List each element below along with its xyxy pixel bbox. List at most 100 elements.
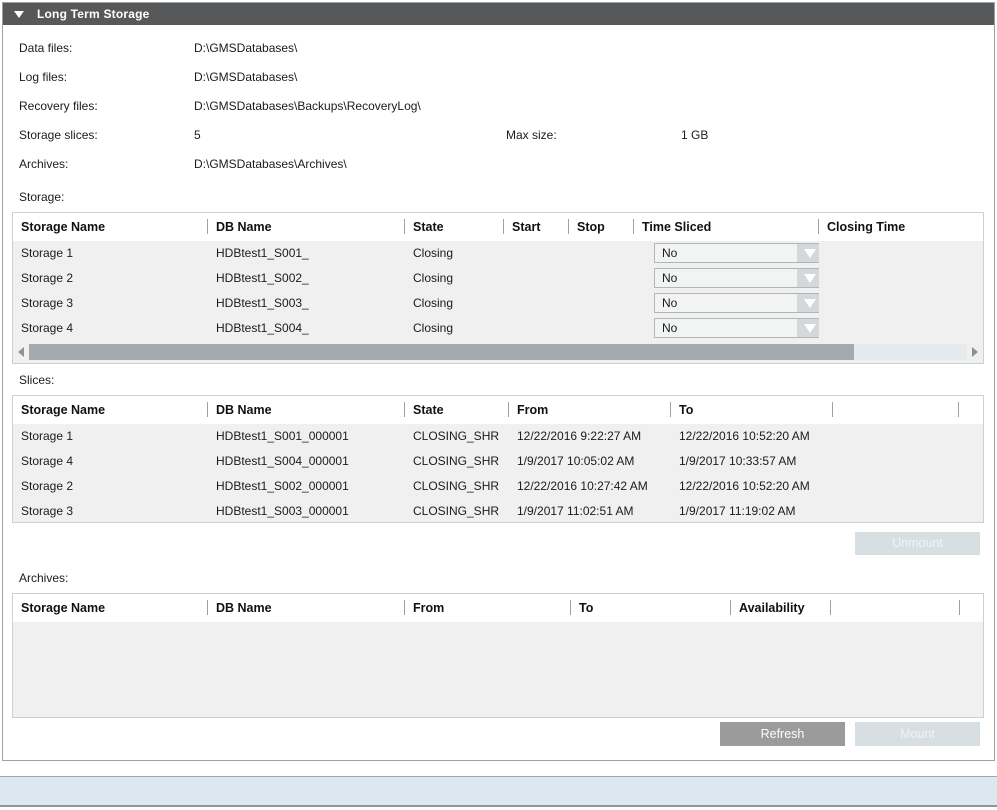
log-files-label: Log files: — [19, 68, 67, 86]
archives-table: Storage Name DB Name From To Availabilit… — [12, 593, 984, 718]
table-row[interactable]: Storage 2HDBtest1_S002_000001CLOSING_SHR… — [13, 474, 983, 499]
column-header[interactable]: Start — [504, 213, 569, 241]
table-cell: HDBtest1_S003_ — [208, 291, 405, 316]
column-header[interactable]: Time Sliced — [634, 213, 819, 241]
time-sliced-dropdown[interactable]: No — [654, 293, 819, 313]
table-cell — [504, 266, 569, 291]
scrollbar-track[interactable] — [29, 344, 967, 360]
time-sliced-dropdown[interactable]: No — [654, 268, 819, 288]
dropdown-selected-value: No — [655, 244, 797, 262]
unmount-button[interactable]: Unmount — [855, 532, 980, 555]
scroll-left-icon[interactable] — [18, 347, 24, 357]
chevron-down-icon — [804, 249, 816, 258]
section-title: Long Term Storage — [37, 7, 150, 21]
table-cell — [569, 316, 634, 341]
table-cell: Closing — [405, 316, 504, 341]
table-row[interactable]: Storage 1HDBtest1_S001_000001CLOSING_SHR… — [13, 424, 983, 449]
scroll-right-icon[interactable] — [972, 347, 978, 357]
max-size-value: 1 GB — [681, 126, 708, 144]
time-sliced-cell: No — [634, 291, 819, 316]
table-row[interactable]: Storage 3HDBtest1_S003_000001CLOSING_SHR… — [13, 499, 983, 524]
column-header[interactable]: Closing Time — [819, 213, 983, 241]
chevron-down-icon[interactable] — [797, 244, 819, 262]
table-cell: HDBtest1_S004_000001 — [208, 449, 405, 474]
field-row-recovery-files: Recovery files: D:\GMSDatabases\Backups\… — [3, 97, 994, 115]
chevron-down-icon — [804, 274, 816, 283]
column-header[interactable]: DB Name — [208, 396, 405, 424]
table-cell-empty — [833, 474, 959, 499]
bottom-status-bar — [0, 776, 997, 807]
column-header[interactable]: To — [571, 594, 731, 622]
dropdown-selected-value: No — [655, 269, 797, 287]
max-size-label: Max size: — [506, 126, 557, 144]
table-cell: Closing — [405, 266, 504, 291]
chevron-down-icon[interactable] — [797, 319, 819, 337]
table-cell: 12/22/2016 10:52:20 AM — [671, 424, 833, 449]
column-header[interactable]: Storage Name — [13, 396, 208, 424]
table-row[interactable]: Storage 4HDBtest1_S004_000001CLOSING_SHR… — [13, 449, 983, 474]
table-cell: CLOSING_SHR — [405, 449, 509, 474]
storage-slices-value: 5 — [194, 126, 201, 144]
column-header-empty — [833, 396, 959, 424]
column-header[interactable]: From — [509, 396, 671, 424]
column-header-empty — [959, 396, 983, 424]
slices-table: Storage Name DB Name State From To Stora… — [12, 395, 984, 523]
table-cell: 12/22/2016 10:52:20 AM — [671, 474, 833, 499]
table-cell — [819, 316, 983, 341]
table-cell: 1/9/2017 10:05:02 AM — [509, 449, 671, 474]
column-header[interactable]: Stop — [569, 213, 634, 241]
dropdown-selected-value: No — [655, 294, 797, 312]
refresh-button[interactable]: Refresh — [720, 722, 845, 746]
time-sliced-cell: No — [634, 266, 819, 291]
field-row-log-files: Log files: D:\GMSDatabases\ — [3, 68, 994, 86]
scrollbar-thumb[interactable] — [29, 344, 854, 360]
table-cell: HDBtest1_S004_ — [208, 316, 405, 341]
horizontal-scrollbar[interactable] — [18, 344, 978, 360]
table-cell: Closing — [405, 241, 504, 266]
mount-button[interactable]: Mount — [855, 722, 980, 746]
time-sliced-dropdown[interactable]: No — [654, 243, 819, 263]
column-header-empty — [831, 594, 960, 622]
column-header[interactable]: DB Name — [208, 594, 405, 622]
chevron-down-icon[interactable] — [797, 269, 819, 287]
chevron-down-icon[interactable] — [797, 294, 819, 312]
table-row[interactable]: Storage 2HDBtest1_S002_ClosingNo — [13, 266, 983, 291]
collapse-icon[interactable] — [14, 11, 24, 18]
table-row[interactable]: Storage 3HDBtest1_S003_ClosingNo — [13, 291, 983, 316]
storage-slices-label: Storage slices: — [19, 126, 98, 144]
table-cell: HDBtest1_S003_000001 — [208, 499, 405, 524]
table-cell: CLOSING_SHR — [405, 499, 509, 524]
section-header[interactable]: Long Term Storage — [3, 3, 994, 25]
table-cell: HDBtest1_S002_ — [208, 266, 405, 291]
archives-table-header: Storage Name DB Name From To Availabilit… — [13, 594, 983, 622]
table-cell — [504, 291, 569, 316]
table-cell: CLOSING_SHR — [405, 474, 509, 499]
table-row[interactable]: Storage 1HDBtest1_S001_ClosingNo — [13, 241, 983, 266]
column-header[interactable]: Storage Name — [13, 213, 208, 241]
table-cell: Storage 3 — [13, 291, 208, 316]
time-sliced-dropdown[interactable]: No — [654, 318, 819, 338]
column-header[interactable]: State — [405, 213, 504, 241]
column-header[interactable]: Availability — [731, 594, 831, 622]
table-cell: 12/22/2016 9:22:27 AM — [509, 424, 671, 449]
column-header[interactable]: To — [671, 396, 833, 424]
column-header-empty — [960, 594, 983, 622]
table-cell: HDBtest1_S002_000001 — [208, 474, 405, 499]
column-header[interactable]: State — [405, 396, 509, 424]
chevron-down-icon — [804, 299, 816, 308]
table-cell: HDBtest1_S001_ — [208, 241, 405, 266]
column-header[interactable]: DB Name — [208, 213, 405, 241]
column-header[interactable]: Storage Name — [13, 594, 208, 622]
table-cell: Storage 2 — [13, 474, 208, 499]
storage-table: Storage Name DB Name State Start Stop Ti… — [12, 212, 984, 364]
column-header[interactable]: From — [405, 594, 571, 622]
data-files-value: D:\GMSDatabases\ — [194, 39, 297, 57]
table-cell — [569, 291, 634, 316]
table-cell: 1/9/2017 11:19:02 AM — [671, 499, 833, 524]
slices-table-body: Storage 1HDBtest1_S001_000001CLOSING_SHR… — [13, 424, 983, 524]
storage-table-body: Storage 1HDBtest1_S001_ClosingNoStorage … — [13, 241, 983, 341]
table-cell-empty — [959, 499, 983, 524]
table-row[interactable]: Storage 4HDBtest1_S004_ClosingNo — [13, 316, 983, 341]
storage-section-label: Storage: — [19, 188, 64, 206]
archives-path-label: Archives: — [19, 155, 68, 173]
